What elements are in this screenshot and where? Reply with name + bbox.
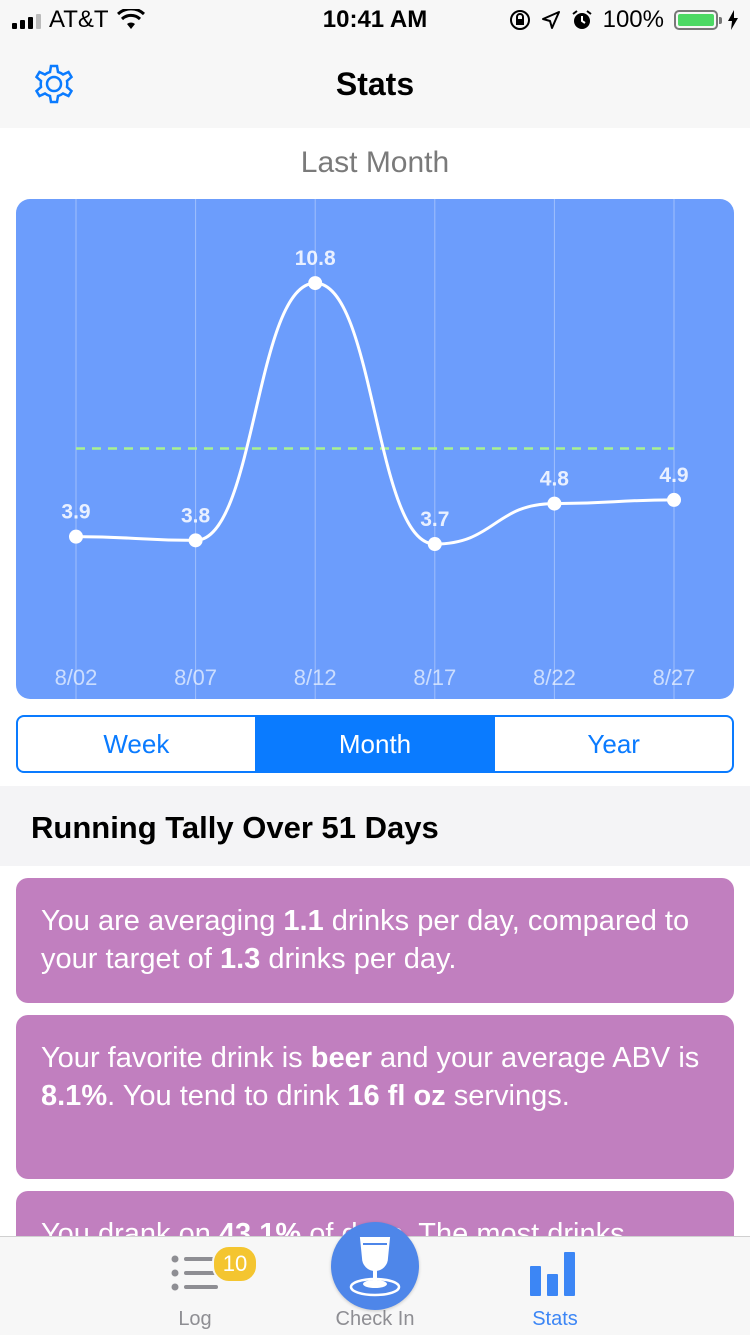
- orientation-lock-icon: [509, 10, 530, 30]
- log-badge: 10: [212, 1245, 258, 1283]
- status-right: 100%: [509, 6, 738, 34]
- chart-svg: 3.9 3.8 10.8 3.7 4.8 4.9 8/02 8/07 8/12 8/17 8/22 8…: [55, 199, 696, 699]
- card-text: . You tend to drink: [107, 1080, 348, 1112]
- charging-icon: [728, 10, 738, 30]
- chart-title: Last Month: [300, 146, 450, 179]
- data-label: 4.9: [659, 464, 688, 487]
- data-label: 3.9: [61, 501, 90, 524]
- alarm-icon: [572, 10, 592, 29]
- battery-percent: 100%: [602, 6, 664, 33]
- card-text: drinks per day.: [260, 943, 457, 975]
- x-tick-label: 8/07: [174, 665, 217, 690]
- location-icon: [541, 11, 560, 29]
- data-label: 3.8: [181, 504, 211, 527]
- card-text: Your favorite drink is: [41, 1042, 311, 1074]
- card-value: 43.1%: [218, 1218, 302, 1236]
- data-point: [188, 533, 203, 548]
- period-segmented-control: Week Month Year: [16, 715, 734, 773]
- section-title: Running Tally Over 51 Days: [31, 810, 439, 845]
- data-point: [69, 529, 83, 544]
- data-point: [427, 537, 442, 552]
- segment-week[interactable]: Week: [18, 717, 257, 771]
- page-title: Stats: [335, 66, 415, 102]
- data-label: 3.7: [420, 508, 449, 531]
- x-tick-label: 8/12: [294, 665, 337, 690]
- tab-check-in-label: Check In: [335, 1308, 415, 1330]
- card-text: You are averaging: [41, 905, 284, 937]
- x-tick-label: 8/27: [653, 665, 696, 690]
- data-label: 10.8: [295, 247, 336, 270]
- glass-icon: [349, 1237, 401, 1297]
- stats-bar-icon: [530, 1252, 575, 1296]
- data-label: 4.8: [540, 468, 570, 491]
- stats-cards: You are averaging 1.1 drinks per day, co…: [0, 866, 750, 1236]
- data-point: [547, 496, 562, 511]
- check-in-button[interactable]: [331, 1222, 419, 1310]
- line-chart: 3.9 3.8 10.8 3.7 4.8 4.9 8/02 8/07 8/12 8/17 8/22 8…: [16, 199, 734, 699]
- card-text: servings.: [445, 1080, 570, 1112]
- card-value: 1.3: [219, 943, 261, 975]
- nav-bar: Stats: [0, 40, 750, 128]
- status-bar: AT&T 10:41 AM 100%: [0, 0, 750, 40]
- segment-year[interactable]: Year: [495, 717, 732, 771]
- card-value: 8.1%: [41, 1080, 108, 1112]
- favorite-drink-card: Your favorite drink is beer and your ave…: [16, 1015, 734, 1179]
- average-card: You are averaging 1.1 drinks per day, co…: [16, 878, 734, 1003]
- data-point: [308, 276, 323, 291]
- x-tick-label: 8/02: [55, 665, 98, 690]
- tab-stats-label: Stats: [532, 1308, 578, 1330]
- card-text: and your average ABV is: [372, 1042, 700, 1074]
- chart-section: Last Month 3.9 3.8 10.8 3.7 4.8 4.9 8/02 8/07 8/…: [0, 128, 750, 786]
- card-value: 1.1: [283, 905, 324, 937]
- section-header: Running Tally Over 51 Days: [0, 786, 750, 866]
- battery-icon: [674, 10, 722, 30]
- tab-log[interactable]: 10 Log: [120, 1237, 270, 1335]
- x-tick-label: 8/17: [413, 665, 456, 690]
- data-point: [667, 492, 681, 507]
- card-value: beer: [310, 1042, 372, 1074]
- series-line: [75, 281, 675, 546]
- card-value: 16 fl oz: [347, 1080, 446, 1112]
- tab-log-label: Log: [178, 1308, 212, 1330]
- segment-month[interactable]: Month: [256, 717, 496, 771]
- card-text: You drank on: [41, 1218, 219, 1236]
- x-tick-label: 8/22: [533, 665, 576, 690]
